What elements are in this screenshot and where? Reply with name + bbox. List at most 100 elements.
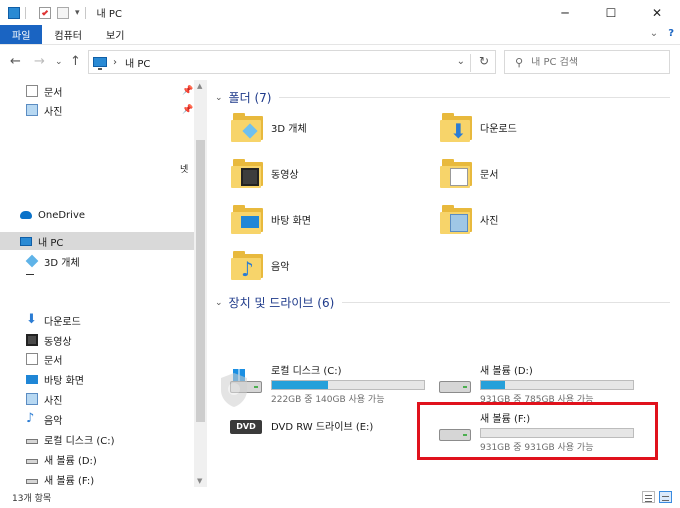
scroll-down-icon[interactable]: ▼ — [197, 477, 202, 485]
nav-item-pictures[interactable]: 사진 — [0, 390, 194, 408]
video-icon — [26, 334, 38, 346]
nav-item-label: 사진 — [44, 106, 63, 118]
drive-icon — [26, 459, 38, 464]
divider — [279, 97, 670, 98]
address-row: ← → ⌄ ↑ › 내 PC ⌄ ↻ ⚲ — [0, 48, 680, 76]
nav-item-documents-quick[interactable]: 문서 📌 — [0, 82, 194, 100]
nav-item-label: 로컬 디스크 (C:) — [44, 435, 115, 447]
nav-item-label: 문서 — [44, 87, 63, 99]
recent-locations-button[interactable]: ⌄ — [55, 57, 63, 67]
download-icon: ⬇ — [26, 312, 37, 327]
help-icon[interactable]: ? — [668, 28, 674, 39]
nav-item-label: 문서 — [44, 355, 63, 367]
nav-item-volume-f[interactable]: 새 볼륨 (F:) — [0, 470, 194, 487]
address-dropdown-button[interactable]: ⌄ — [457, 56, 465, 67]
refresh-button[interactable]: ↻ — [469, 54, 489, 72]
pin-icon[interactable]: 📌 — [182, 86, 193, 96]
breadcrumb-this-pc[interactable]: 내 PC — [125, 55, 150, 70]
drive-volume-d[interactable]: 새 볼륨 (D:) 931GB 중 785GB 사용 가능 — [438, 362, 634, 405]
folders-group-header[interactable]: ⌄ 폴더 (7) — [215, 89, 670, 106]
divider — [25, 6, 26, 19]
drive-icon — [26, 479, 38, 484]
divider — [342, 302, 670, 303]
nav-item-label: 바탕 화면 — [44, 375, 84, 387]
status-bar: 13개 항목 — [0, 487, 680, 508]
window-title: 내 PC — [96, 9, 122, 20]
nav-item-videos[interactable]: 동영상 — [0, 331, 194, 349]
video-icon — [231, 158, 265, 188]
folder-documents[interactable]: 문서 — [440, 158, 498, 188]
download-icon: ⬇ — [440, 112, 474, 142]
drive-usage-bar — [480, 380, 634, 390]
watermark-logo — [220, 372, 380, 422]
folder-3d-objects[interactable]: 3D 개체 — [231, 112, 307, 142]
this-pc-icon — [93, 57, 107, 70]
picture-icon — [26, 104, 38, 116]
forward-button[interactable]: → — [34, 54, 45, 69]
folder-videos[interactable]: 동영상 — [231, 158, 299, 188]
nav-item-downloads[interactable]: ⬇ 다운로드 — [0, 311, 194, 329]
folder-downloads[interactable]: ⬇ 다운로드 — [440, 112, 517, 142]
address-bar[interactable]: › 내 PC ⌄ ↻ — [88, 50, 496, 74]
nav-item-pictures-quick[interactable]: 사진 📌 — [0, 101, 194, 119]
document-icon — [26, 353, 38, 365]
breadcrumb-separator[interactable]: › — [113, 57, 117, 68]
group-label: 장치 및 드라이브 (6) — [228, 296, 335, 310]
scroll-up-icon[interactable]: ▲ — [197, 82, 202, 90]
nav-item-label: 내 PC — [38, 237, 64, 249]
details-view-icon[interactable] — [642, 491, 655, 503]
properties-icon[interactable] — [39, 6, 51, 19]
nav-item-desktop[interactable]: 바탕 화면 — [0, 370, 194, 388]
folder-music[interactable]: ♪ 음악 — [231, 250, 289, 280]
drive-name: 새 볼륨 (D:) — [480, 366, 533, 377]
nav-item-label: 동영상 — [44, 336, 72, 348]
up-button[interactable]: ↑ — [70, 54, 81, 69]
folder-label: 다운로드 — [480, 123, 517, 135]
folder-desktop[interactable]: 바탕 화면 — [231, 204, 311, 234]
close-button[interactable]: ✕ — [634, 0, 680, 25]
tiles-view-icon[interactable] — [659, 491, 672, 503]
title-bar: ▾ 내 PC ─ ☐ ✕ — [0, 0, 680, 25]
nav-item-label: 3D 개체 — [44, 257, 80, 269]
navigation-pane: 문서 📌 사진 📌 넷 OneDrive 내 PC 3D 개체 ⬇ 다운로드 동… — [0, 80, 194, 487]
cloud-icon — [20, 211, 32, 219]
picture-icon — [440, 204, 474, 234]
minimize-button[interactable]: ─ — [542, 0, 588, 25]
nav-item-label: 새 볼륨 (F:) — [44, 475, 95, 487]
search-box[interactable]: ⚲ — [504, 50, 670, 74]
tab-file[interactable]: 파일 — [0, 25, 43, 44]
ribbon-right-controls: ⌄ ? — [650, 28, 674, 39]
search-input[interactable] — [531, 56, 662, 68]
scrollbar-thumb[interactable] — [196, 140, 205, 422]
desktop-icon — [231, 204, 265, 234]
chevron-down-icon[interactable]: ⌄ — [650, 28, 658, 39]
nav-item-onedrive[interactable]: OneDrive — [0, 206, 194, 224]
tab-computer[interactable]: 컴퓨터 — [42, 25, 94, 44]
folder-label: 음악 — [271, 261, 290, 273]
nav-item-local-disk-c[interactable]: 로컬 디스크 (C:) — [0, 430, 194, 448]
pin-icon[interactable]: 📌 — [182, 105, 193, 115]
customize-quick-access-icon[interactable]: ▾ — [75, 8, 80, 18]
divider — [26, 274, 34, 275]
chevron-down-icon: ⌄ — [215, 92, 223, 103]
nav-item-this-pc[interactable]: 내 PC — [0, 232, 194, 250]
nav-item-label: 사진 — [44, 395, 63, 407]
tab-view[interactable]: 보기 — [94, 25, 136, 44]
nav-item-3d-objects[interactable]: 3D 개체 — [0, 252, 194, 270]
nav-scrollbar[interactable]: ▲ ▼ — [194, 80, 207, 487]
chevron-down-icon: ⌄ — [215, 297, 223, 308]
nav-item-documents[interactable]: 문서 — [0, 350, 194, 368]
maximize-button[interactable]: ☐ — [588, 0, 634, 25]
devices-group-header[interactable]: ⌄ 장치 및 드라이브 (6) — [215, 294, 670, 311]
folder-label: 사진 — [480, 215, 499, 227]
nav-item-music[interactable]: ♪ 음악 — [0, 410, 194, 428]
this-pc-icon — [20, 236, 32, 246]
folder-pictures[interactable]: 사진 — [440, 204, 498, 234]
nav-item-volume-d[interactable]: 새 볼륨 (D:) — [0, 450, 194, 468]
group-label: 폴더 (7) — [228, 91, 272, 105]
highlight-box — [417, 402, 658, 460]
back-button[interactable]: ← — [10, 54, 21, 69]
picture-icon — [26, 393, 38, 405]
drive-icon — [26, 439, 38, 444]
new-folder-icon[interactable] — [57, 6, 69, 19]
